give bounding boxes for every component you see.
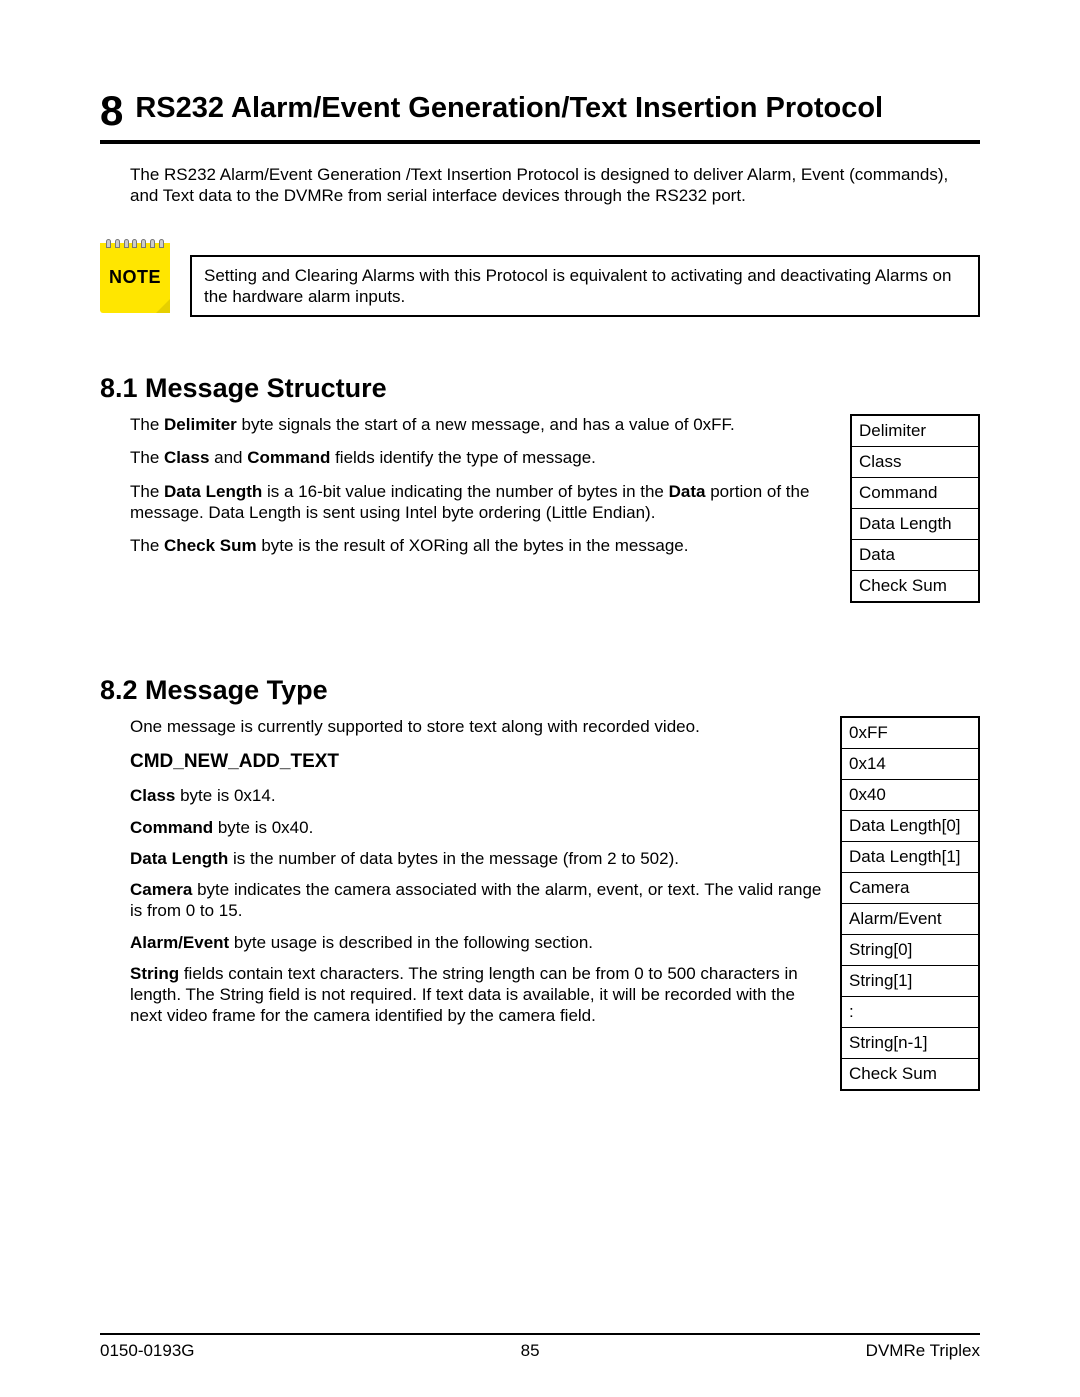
note-block: NOTE Setting and Clearing Alarms with th…	[100, 243, 980, 318]
page-footer: 0150-0193G 85 DVMRe Triplex	[100, 1333, 980, 1361]
footer-page-num: 85	[521, 1341, 540, 1361]
para-string: String fields contain text characters. T…	[130, 963, 830, 1027]
struct-cell: Class	[852, 447, 978, 478]
struct-cell: Alarm/Event	[842, 904, 978, 935]
para-intro: One message is currently supported to st…	[130, 716, 830, 737]
struct-cell: String[0]	[842, 935, 978, 966]
sub-heading: CMD_NEW_ADD_TEXT	[130, 751, 830, 773]
chapter-header: 8 RS232 Alarm/Event Generation/Text Inse…	[100, 90, 980, 132]
para-class: Class byte is 0x14.	[130, 785, 830, 806]
struct-cell: Data Length[0]	[842, 811, 978, 842]
struct-cell: 0x14	[842, 749, 978, 780]
struct-cell: Data Length	[852, 509, 978, 540]
struct-cell: Check Sum	[852, 571, 978, 601]
struct-cell: Data	[852, 540, 978, 571]
struct-cell: Camera	[842, 873, 978, 904]
para-checksum: The Check Sum byte is the result of XORi…	[130, 535, 840, 556]
section-heading: 8.2 Message Type	[100, 675, 980, 706]
para-data-length: Data Length is the number of data bytes …	[130, 848, 830, 869]
struct-cell: Data Length[1]	[842, 842, 978, 873]
para-delimiter: The Delimiter byte signals the start of …	[130, 414, 840, 435]
footer-doc-id: 0150-0193G	[100, 1341, 195, 1361]
message-structure-table: Delimiter Class Command Data Length Data…	[850, 414, 980, 603]
note-box: Setting and Clearing Alarms with this Pr…	[190, 255, 980, 318]
note-label: NOTE	[109, 267, 161, 288]
footer-rule	[100, 1333, 980, 1335]
para-class-command: The Class and Command fields identify th…	[130, 447, 840, 468]
message-type-table: 0xFF 0x14 0x40 Data Length[0] Data Lengt…	[840, 716, 980, 1091]
struct-cell: Delimiter	[852, 416, 978, 447]
footer-product: DVMRe Triplex	[866, 1341, 980, 1361]
struct-cell: :	[842, 997, 978, 1028]
intro-paragraph: The RS232 Alarm/Event Generation /Text I…	[130, 164, 980, 207]
struct-cell: 0xFF	[842, 718, 978, 749]
struct-cell: Command	[852, 478, 978, 509]
section-8-2: 8.2 Message Type One message is currentl…	[100, 675, 980, 1091]
struct-cell: 0x40	[842, 780, 978, 811]
para-alarm-event: Alarm/Event byte usage is described in t…	[130, 932, 830, 953]
section-heading: 8.1 Message Structure	[100, 373, 980, 404]
note-icon: NOTE	[100, 243, 170, 313]
para-data-length: The Data Length is a 16-bit value indica…	[130, 481, 840, 524]
para-camera: Camera byte indicates the camera associa…	[130, 879, 830, 922]
struct-cell: Check Sum	[842, 1059, 978, 1089]
para-command: Command byte is 0x40.	[130, 817, 830, 838]
section-8-1: 8.1 Message Structure The Delimiter byte…	[100, 373, 980, 603]
chapter-number: 8	[100, 90, 123, 132]
struct-cell: String[n-1]	[842, 1028, 978, 1059]
struct-cell: String[1]	[842, 966, 978, 997]
chapter-rule	[100, 140, 980, 144]
chapter-title: RS232 Alarm/Event Generation/Text Insert…	[135, 90, 883, 125]
